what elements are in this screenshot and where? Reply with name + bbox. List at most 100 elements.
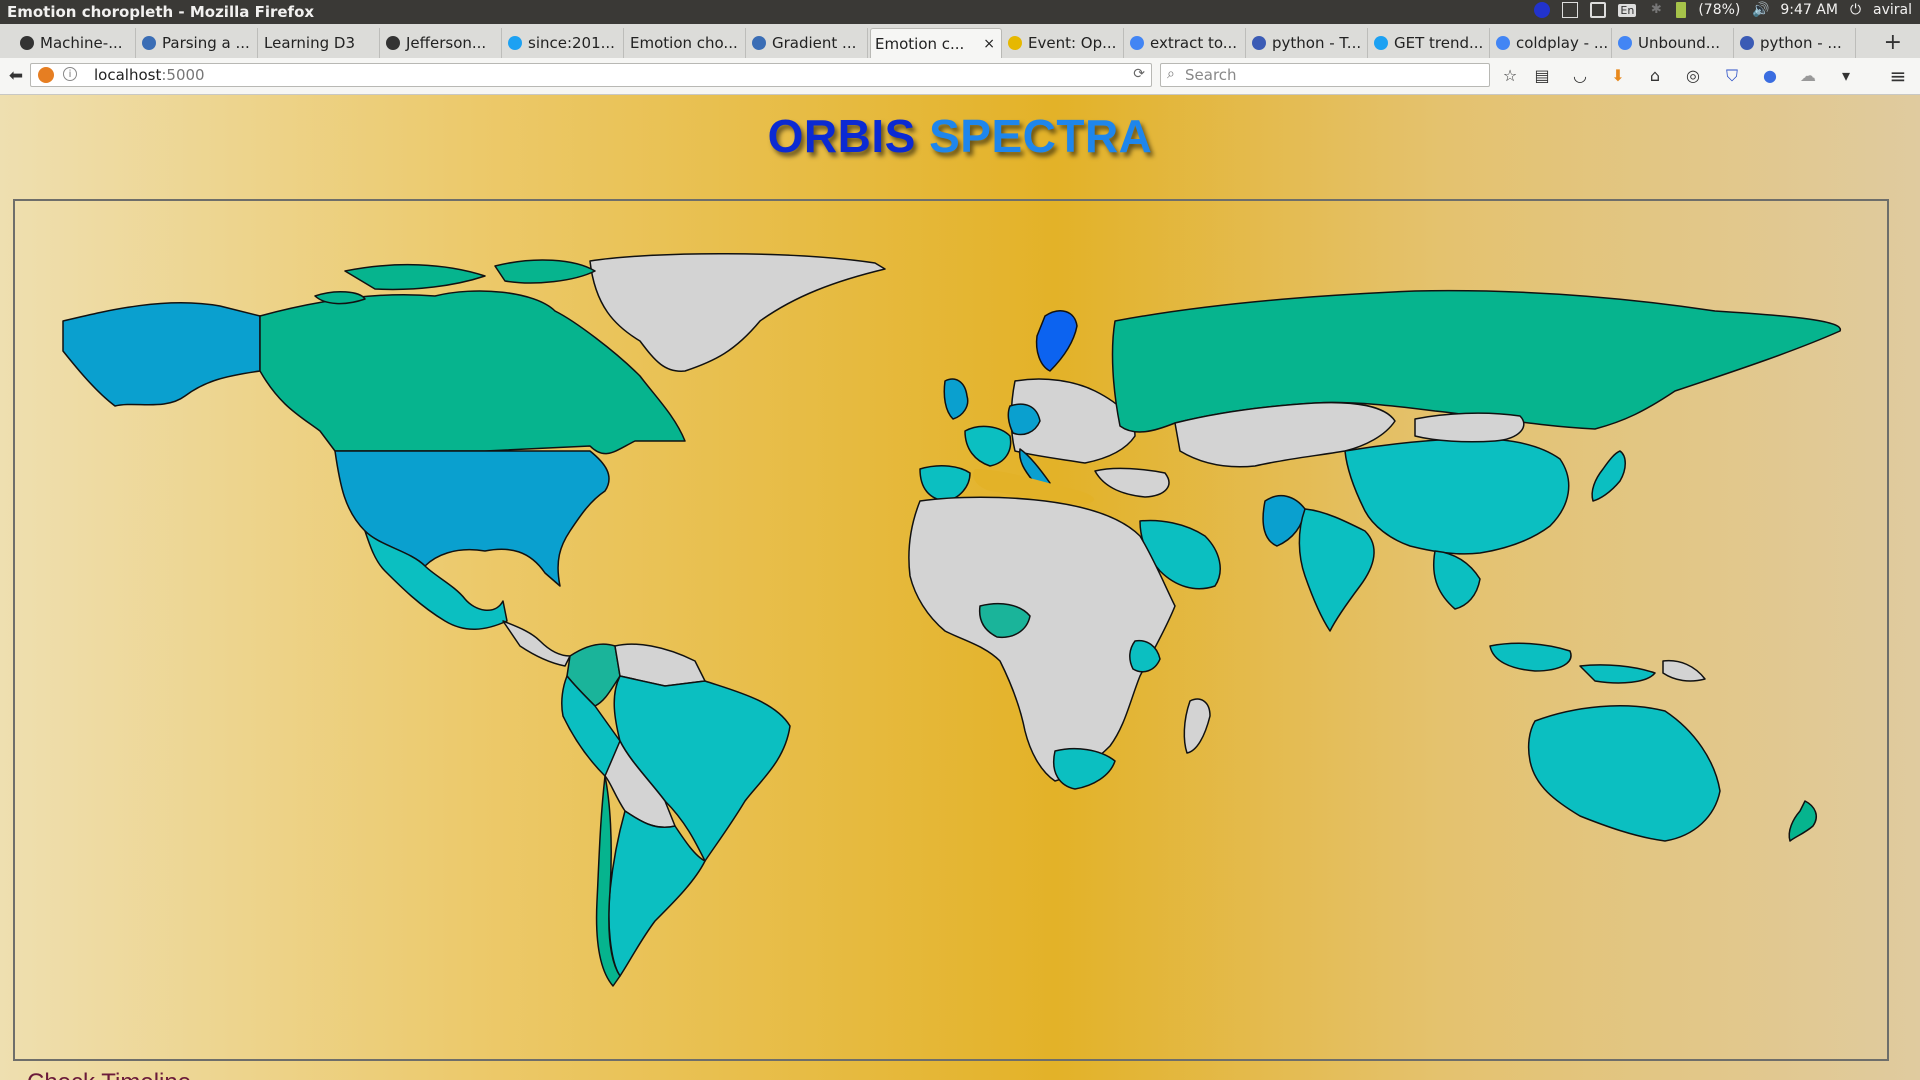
new-tab-button[interactable]: +	[1884, 30, 1902, 55]
tab-label: Machine-...	[40, 34, 123, 52]
power-icon[interactable]: ⏻	[1850, 2, 1861, 18]
check-timeline-link[interactable]: Check Timeline	[27, 1069, 191, 1080]
user-name[interactable]: aviral	[1873, 2, 1912, 18]
country-argentina[interactable]	[608, 810, 706, 977]
google-icon	[1130, 36, 1144, 50]
tab-label: Learning D3	[264, 34, 355, 52]
system-tray: En ✱ (78%) 🔊 9:47 AM ⏻ aviral	[1534, 2, 1912, 18]
web-page: ORBIS SPECTRA	[0, 95, 1920, 1080]
country-spain[interactable]	[919, 465, 971, 502]
navigation-toolbar: ⬅ i localhost:5000 ⟳ ⌕ Search ☆ ▤ ◡ ⬇ ⌂ …	[0, 58, 1920, 95]
battery-icon[interactable]	[1676, 2, 1687, 18]
tab-3[interactable]: Jefferson...	[382, 28, 502, 58]
country-papua-new-guinea[interactable]	[1662, 659, 1706, 682]
country-france[interactable]	[964, 425, 1012, 467]
region-central-america[interactable]	[502, 620, 571, 667]
extension-icon[interactable]: ●	[1760, 66, 1780, 86]
site-identity-icon[interactable]	[38, 67, 54, 83]
tab-2[interactable]: Learning D3	[260, 28, 380, 58]
tab-7[interactable]: Emotion c... ×	[870, 28, 1002, 58]
country-china[interactable]	[1344, 437, 1570, 555]
display-icon[interactable]	[1590, 2, 1607, 18]
tab-1[interactable]: Parsing a ...	[138, 28, 258, 58]
search-placeholder: Search	[1185, 66, 1237, 84]
site-icon	[752, 36, 766, 50]
country-russia[interactable]	[1111, 289, 1841, 433]
os-top-bar: Emotion choropleth - Mozilla Firefox En …	[0, 0, 1920, 24]
shield-icon[interactable]: ⛉	[1722, 66, 1742, 86]
clipboard-icon[interactable]	[1562, 2, 1579, 18]
tab-9[interactable]: extract to...	[1126, 28, 1246, 58]
tab-label: python - ...	[1760, 34, 1842, 52]
info-icon[interactable]: i	[63, 67, 77, 81]
tab-label: since:201...	[528, 34, 615, 52]
country-japan[interactable]	[1591, 450, 1626, 502]
addon-menu-icon[interactable]: ▾	[1836, 66, 1856, 86]
tab-14[interactable]: python - ...	[1736, 28, 1856, 58]
region-turkey[interactable]	[1094, 467, 1170, 498]
country-sweden[interactable]	[1035, 310, 1078, 372]
country-new-zealand[interactable]	[1788, 800, 1817, 842]
url-bar[interactable]: i localhost:5000 ⟳	[30, 63, 1152, 87]
tab-label: Gradient ...	[772, 34, 857, 52]
reload-icon[interactable]: ⟳	[1133, 66, 1145, 82]
tab-12[interactable]: coldplay - ...	[1492, 28, 1612, 58]
bluetooth-icon[interactable]: ✱	[1648, 2, 1664, 18]
notification-icon[interactable]	[1534, 2, 1551, 18]
tab-0[interactable]: Machine-...	[16, 28, 136, 58]
keyboard-layout[interactable]: En	[1618, 3, 1637, 17]
region-southeast-asia[interactable]	[1433, 550, 1481, 610]
tab-label: extract to...	[1150, 34, 1238, 52]
map-frame: Check Timeline	[13, 199, 1889, 1080]
download-icon[interactable]: ⬇	[1608, 66, 1628, 86]
country-south-africa[interactable]	[1053, 747, 1116, 790]
google-icon	[1496, 36, 1510, 50]
tab-5[interactable]: Emotion cho...	[626, 28, 746, 58]
battery-percentage: (78%)	[1698, 2, 1741, 18]
site-icon	[142, 36, 156, 50]
tab-label: coldplay - ...	[1516, 34, 1609, 52]
close-tab-icon[interactable]: ×	[983, 36, 995, 52]
tab-label: python - T...	[1272, 34, 1362, 52]
bookmark-star-icon[interactable]: ☆	[1500, 66, 1520, 86]
tab-label: Event: Op...	[1028, 34, 1117, 52]
tab-label: Unbound...	[1638, 34, 1721, 52]
back-button[interactable]: ⬅	[5, 65, 27, 87]
country-alaska[interactable]	[62, 301, 261, 407]
country-mongolia[interactable]	[1414, 412, 1525, 443]
title-word-spectra: SPECTRA	[929, 110, 1153, 162]
tab-label: Jefferson...	[406, 34, 487, 52]
home-icon[interactable]: ⌂	[1645, 66, 1665, 86]
hamburger-menu-icon[interactable]: ≡	[1888, 66, 1908, 86]
search-icon: ⌕	[1167, 66, 1175, 82]
moon-icon	[1008, 36, 1022, 50]
country-indonesia[interactable]	[1489, 642, 1656, 684]
tab-label: Parsing a ...	[162, 34, 250, 52]
cloud-icon[interactable]: ☁	[1798, 66, 1818, 86]
reading-list-icon[interactable]: ▤	[1532, 66, 1552, 86]
pocket-icon[interactable]: ◡	[1570, 66, 1590, 86]
sync-icon[interactable]: ◎	[1683, 66, 1703, 86]
country-madagascar[interactable]	[1183, 698, 1211, 754]
region-africa[interactable]	[908, 496, 1176, 782]
title-word-orbis: ORBIS	[767, 110, 916, 162]
github-icon	[20, 36, 34, 50]
tab-6[interactable]: Gradient ...	[748, 28, 868, 58]
country-australia[interactable]	[1527, 705, 1721, 842]
window-title: Emotion choropleth - Mozilla Firefox	[7, 3, 315, 21]
search-input[interactable]: ⌕ Search	[1160, 63, 1490, 87]
tab-label: Emotion c...	[875, 34, 965, 53]
tab-8[interactable]: Event: Op...	[1004, 28, 1124, 58]
country-greenland[interactable]	[589, 252, 886, 372]
page-title: ORBIS SPECTRA	[0, 109, 1920, 163]
tab-13[interactable]: Unbound...	[1614, 28, 1734, 58]
country-usa[interactable]	[334, 450, 610, 587]
volume-icon[interactable]: 🔊	[1752, 2, 1769, 18]
twitter-icon	[508, 36, 522, 50]
tab-10[interactable]: python - T...	[1248, 28, 1368, 58]
tab-4[interactable]: since:201...	[504, 28, 624, 58]
clock[interactable]: 9:47 AM	[1780, 2, 1838, 18]
tab-11[interactable]: GET trend...	[1370, 28, 1490, 58]
country-india[interactable]	[1298, 508, 1375, 632]
country-uk[interactable]	[943, 378, 969, 420]
